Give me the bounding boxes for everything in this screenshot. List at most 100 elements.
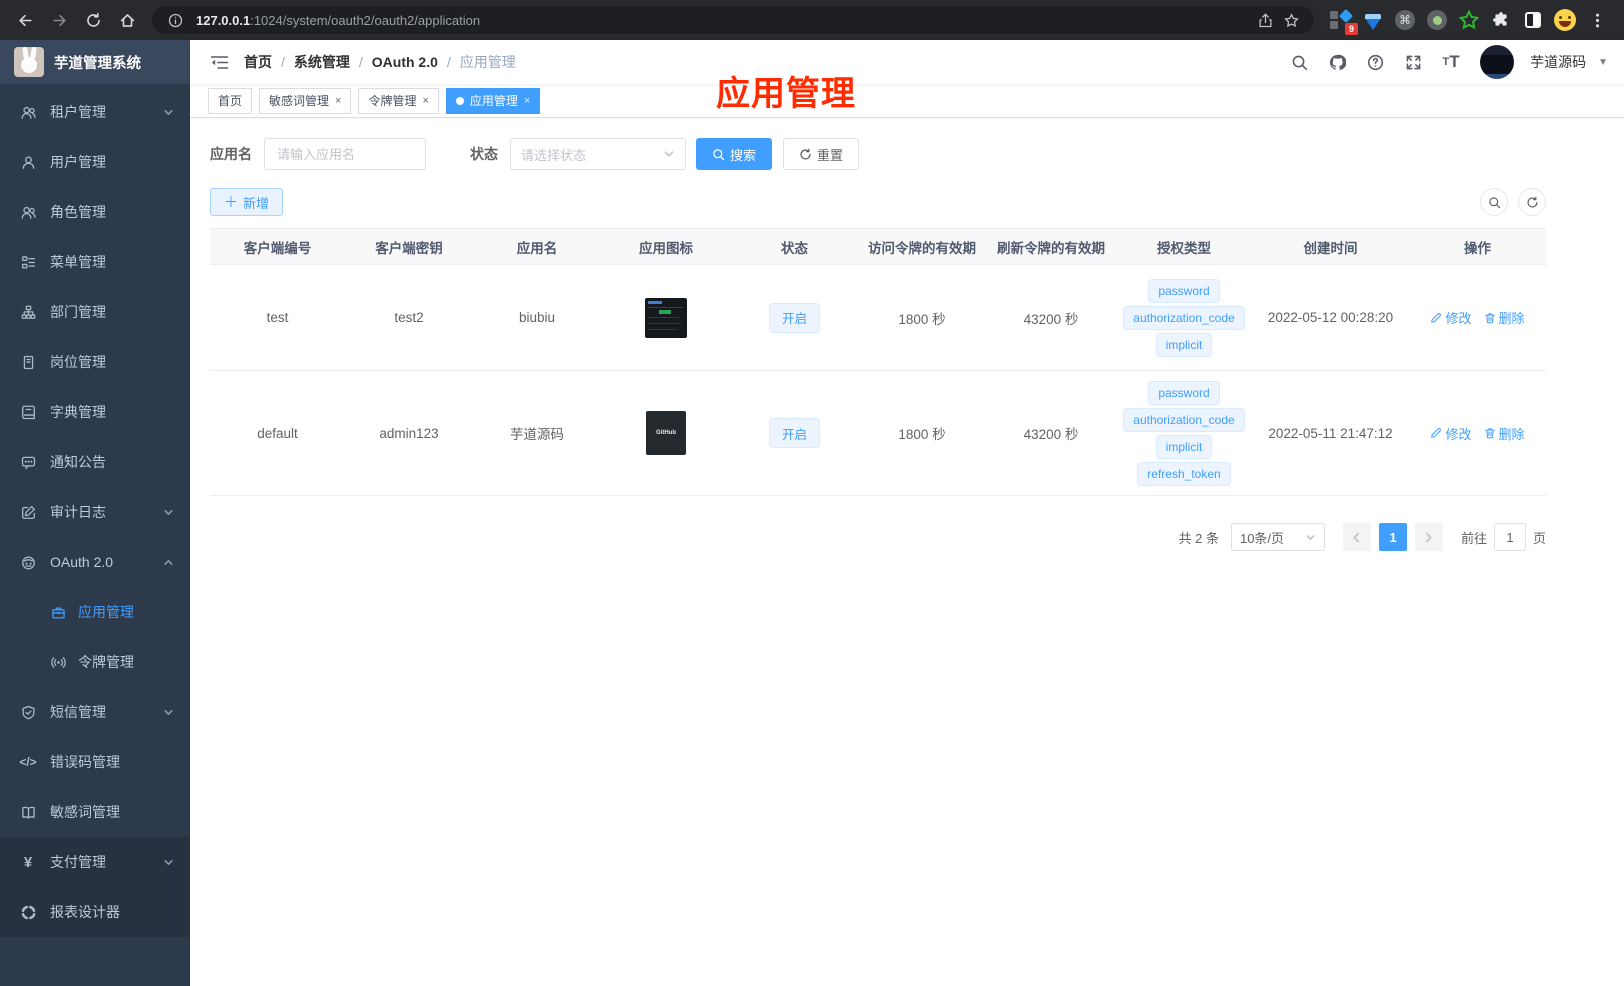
gem-extension-icon[interactable] [1362, 9, 1384, 31]
sidebar-item-role[interactable]: 角色管理 [0, 187, 190, 237]
extension-strip: 9 ⌘ [1324, 5, 1614, 35]
bookmark-star-icon[interactable] [1278, 7, 1304, 33]
close-icon[interactable]: × [335, 95, 341, 107]
delete-button[interactable]: 删除 [1484, 424, 1525, 443]
sidebar-item-label: 应用管理 [78, 604, 134, 620]
reset-button[interactable]: 重置 [783, 138, 860, 170]
cell-grant-types: password authorization_code implicit refres… [1116, 380, 1252, 486]
toggle-search-button[interactable] [1480, 188, 1508, 216]
sidebar-item-post[interactable]: 岗位管理 [0, 337, 190, 387]
oauth-icon [20, 554, 36, 570]
sidebar-item-dept[interactable]: 部门管理 [0, 287, 190, 337]
sidebar-item-menu[interactable]: 菜单管理 [0, 237, 190, 287]
extensions-puzzle-icon[interactable] [1490, 9, 1512, 31]
profile-avatar-icon[interactable] [1554, 9, 1576, 31]
column-header: 操作 [1464, 240, 1491, 256]
address-bar[interactable]: 127.0.0.1:1024/system/oauth2/oauth2/appl… [152, 6, 1314, 34]
sidebar-item-user[interactable]: 用户管理 [0, 137, 190, 187]
sidebar-item-sensitive[interactable]: 敏感词管理 [0, 787, 190, 837]
tab-label: 敏感词管理 [269, 94, 330, 108]
breadcrumb-item[interactable]: OAuth 2.0 [372, 54, 438, 70]
cell-client-secret: test2 [394, 310, 424, 325]
sidebar-item-sms[interactable]: 短信管理 [0, 687, 190, 737]
recorder-extension-icon[interactable] [1426, 9, 1448, 31]
column-header: 客户端密钥 [375, 240, 443, 256]
reload-icon[interactable] [78, 5, 108, 35]
sidebar-item-report[interactable]: 报表设计器 [0, 887, 190, 937]
next-page-button[interactable] [1414, 523, 1443, 551]
reader-mode-icon[interactable] [1522, 9, 1544, 31]
sidebar-item-pay[interactable]: ¥ 支付管理 [0, 837, 190, 887]
close-icon[interactable]: × [422, 95, 428, 107]
green-star-extension-icon[interactable] [1458, 9, 1480, 31]
dept-icon [20, 304, 36, 320]
grant-type-tag: password [1148, 380, 1220, 405]
sidebar-item-dict[interactable]: 字典管理 [0, 387, 190, 437]
chevron-down-icon [163, 507, 174, 518]
column-header: 访问令牌的有效期 [868, 240, 976, 256]
app-name-input[interactable] [264, 138, 426, 170]
sidebar-fold-icon[interactable] [202, 45, 236, 79]
refresh-table-button[interactable] [1518, 188, 1546, 216]
font-size-icon[interactable]: TT [1436, 47, 1466, 77]
edit-button[interactable]: 修改 [1430, 424, 1472, 443]
tab-首页[interactable]: 首页 [208, 87, 253, 114]
sidebar-item-oauth2[interactable]: OAuth 2.0 [0, 537, 190, 587]
add-button[interactable]: ＋ 新增 [210, 188, 284, 216]
user-caret-icon[interactable]: ▼ [1598, 57, 1608, 68]
site-info-icon[interactable] [162, 7, 188, 33]
sidebar-item-label: 错误码管理 [50, 754, 120, 770]
status-select[interactable]: 请选择状态 [510, 138, 686, 170]
command-extension-icon[interactable]: ⌘ [1394, 9, 1416, 31]
cell-client-id: test [266, 310, 289, 325]
breadcrumb-item[interactable]: 首页 [244, 52, 272, 72]
edit-button[interactable]: 修改 [1430, 308, 1472, 327]
sidebar-item-errcode[interactable]: </> 错误码管理 [0, 737, 190, 787]
cell-app-icon: GitHub [601, 411, 731, 455]
goto-page-input[interactable] [1493, 523, 1526, 551]
share-icon[interactable] [1252, 7, 1278, 33]
chevron-up-icon [163, 557, 174, 568]
user-avatar[interactable] [1480, 45, 1515, 79]
edit-icon [1430, 427, 1442, 439]
github-icon[interactable] [1322, 47, 1352, 77]
fullscreen-icon[interactable] [1398, 47, 1428, 77]
sidebar-item-audit[interactable]: 审计日志 [0, 487, 190, 537]
tab-label: 令牌管理 [368, 94, 417, 108]
help-icon[interactable] [1360, 47, 1390, 77]
top-navbar: 首页 / 系统管理 / OAuth 2.0 / 应用管理 TT 芋道源码 ▼ [190, 40, 1624, 84]
extension-blocks-icon[interactable]: 9 [1330, 8, 1358, 35]
close-icon[interactable]: × [524, 95, 530, 107]
back-icon[interactable] [10, 5, 40, 35]
breadcrumb-item[interactable]: 系统管理 [294, 52, 350, 72]
column-header: 授权类型 [1157, 240, 1211, 256]
search-icon[interactable] [1284, 47, 1314, 77]
sidebar-item-label: 报表设计器 [50, 904, 120, 920]
cell-status: 开启 [731, 418, 858, 448]
tab-令牌管理[interactable]: 令牌管理 × [358, 87, 439, 114]
page-size-select[interactable]: 10条/页 [1230, 523, 1325, 551]
plus-icon: ＋ [224, 194, 238, 210]
delete-button[interactable]: 删除 [1484, 308, 1525, 327]
home-icon[interactable] [112, 5, 142, 35]
prev-page-button[interactable] [1342, 523, 1371, 551]
tab-敏感词管理[interactable]: 敏感词管理 × [259, 87, 352, 114]
current-page-button[interactable]: 1 [1378, 523, 1407, 551]
tab-label: 首页 [218, 94, 243, 108]
table-row: test test2 biubiu 开启 1800 秒 43200 秒 password au… [210, 265, 1546, 371]
sidebar-item-tenant[interactable]: 租户管理 [0, 87, 190, 137]
dict-icon [20, 404, 36, 420]
status-select-placeholder: 请选择状态 [521, 147, 587, 163]
table-row: default admin123 芋道源码 GitHub 开启 1800 秒 43200 秒… [210, 371, 1546, 496]
tab-应用管理[interactable]: 应用管理 × [445, 87, 541, 114]
pagination-total: 共 2 条 [1178, 530, 1219, 546]
forward-icon[interactable] [44, 5, 74, 35]
sidebar-item-notice[interactable]: 通知公告 [0, 437, 190, 487]
post-icon [20, 354, 36, 370]
sidebar-item-oauth2-app[interactable]: 应用管理 [0, 587, 190, 637]
pay-icon: ¥ [23, 853, 33, 871]
browser-menu-icon[interactable] [1586, 5, 1608, 35]
search-button[interactable]: 搜索 [696, 138, 773, 170]
app-logo[interactable]: 芋道管理系统 [0, 40, 190, 84]
sidebar-item-oauth2-token[interactable]: 令牌管理 [0, 637, 190, 687]
